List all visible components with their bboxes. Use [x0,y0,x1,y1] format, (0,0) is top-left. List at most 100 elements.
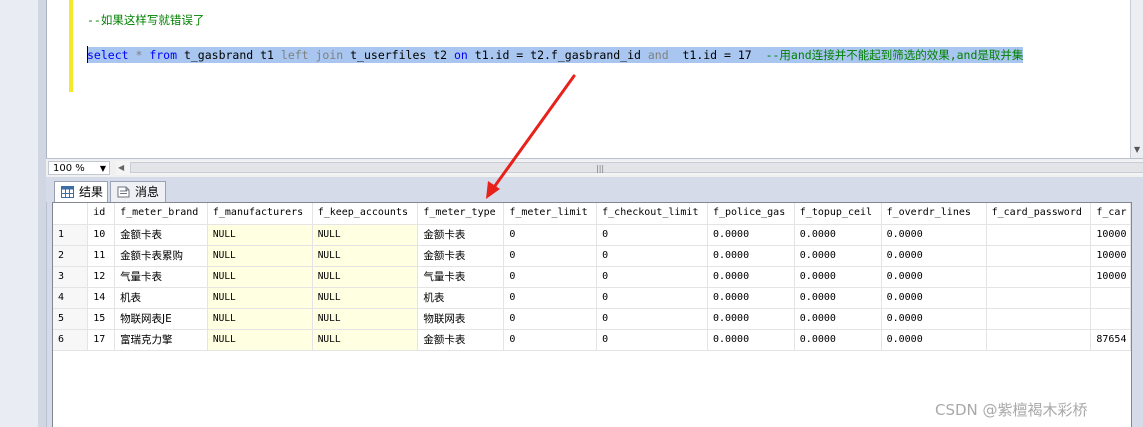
table-cell[interactable]: 气量卡表 [417,266,505,288]
table-cell[interactable]: 0 [596,287,708,309]
column-header[interactable]: f_keep_accounts [312,203,419,225]
column-header-rownum[interactable] [53,203,89,225]
table-cell[interactable] [986,287,1092,309]
table-row[interactable]: 4 14 机表 NULL NULL 机表 0 0 0.0000 0.0000 0… [53,287,1131,309]
table-row[interactable]: 1 10 金额卡表 NULL NULL 金额卡表 0 0 0.0000 0.00… [53,224,1131,246]
table-cell[interactable]: 气量卡表 [114,266,208,288]
table-cell[interactable]: 0.0000 [881,308,987,330]
table-cell[interactable]: 0 [503,308,598,330]
column-header[interactable]: f_meter_limit [503,203,598,225]
table-cell[interactable]: 0.0000 [707,245,795,267]
table-cell[interactable] [1090,287,1131,309]
chevron-down-icon[interactable]: ▼ [100,162,106,176]
null-cell[interactable]: NULL [207,224,313,246]
table-cell[interactable]: 0.0000 [881,245,987,267]
table-cell[interactable]: 12 [87,266,116,288]
tab-results[interactable]: 结果 [54,181,108,202]
table-row[interactable]: 2 11 金额卡表累购 NULL NULL 金额卡表 0 0 0.0000 0.… [53,245,1131,267]
column-header[interactable]: f_car [1090,203,1131,225]
table-row[interactable]: 6 17 富瑞克力擎 NULL NULL 金额卡表 0 0 0.0000 0.0… [53,329,1131,351]
table-cell[interactable]: 0.0000 [794,308,882,330]
table-cell[interactable] [986,224,1092,246]
table-cell[interactable]: 金额卡表 [114,224,208,246]
table-cell[interactable]: 金额卡表 [417,224,505,246]
column-header[interactable]: f_topup_ceil [794,203,882,225]
null-cell[interactable]: NULL [312,308,419,330]
column-header[interactable]: f_card_password [986,203,1092,225]
table-cell[interactable]: 金额卡表 [417,329,505,351]
column-header[interactable]: f_manufacturers [207,203,313,225]
table-cell[interactable]: 0 [503,224,598,246]
row-number[interactable]: 5 [53,308,89,330]
table-cell[interactable]: 0.0000 [707,329,795,351]
zoom-dropdown[interactable]: 100 % ▼ [48,161,110,175]
column-header[interactable]: f_meter_brand [114,203,208,225]
table-row[interactable]: 3 12 气量卡表 NULL NULL 气量卡表 0 0 0.0000 0.00… [53,266,1131,288]
tab-messages[interactable]: 消息 [110,181,166,202]
row-number[interactable]: 6 [53,329,89,351]
row-number[interactable]: 4 [53,287,89,309]
table-row[interactable]: 5 15 物联网表JE NULL NULL 物联网表 0 0 0.0000 0.… [53,308,1131,330]
table-cell[interactable] [986,245,1092,267]
row-number[interactable]: 1 [53,224,89,246]
table-cell[interactable]: 0.0000 [707,308,795,330]
table-cell[interactable]: 0.0000 [794,224,882,246]
table-cell[interactable]: 0 [503,287,598,309]
table-cell[interactable]: 10 [87,224,116,246]
null-cell[interactable]: NULL [207,329,313,351]
table-cell[interactable]: 17 [87,329,116,351]
editor-vertical-scrollbar[interactable]: ▼ [1130,0,1143,158]
table-cell[interactable]: 0.0000 [707,224,795,246]
table-cell[interactable]: 0.0000 [881,329,987,351]
column-header[interactable]: f_police_gas [707,203,795,225]
table-cell[interactable]: 0.0000 [707,287,795,309]
column-header[interactable]: f_checkout_limit [596,203,708,225]
table-cell[interactable]: 0 [503,266,598,288]
table-cell[interactable]: 金额卡表 [417,245,505,267]
editor-horizontal-scrollbar[interactable]: ◀ ||| ▶ [116,161,1143,175]
row-number[interactable]: 2 [53,245,89,267]
table-cell[interactable]: 0.0000 [881,224,987,246]
table-cell[interactable]: 0 [596,245,708,267]
table-cell[interactable]: 11 [87,245,116,267]
table-cell[interactable]: 0.0000 [794,245,882,267]
table-cell[interactable] [1090,308,1131,330]
column-header[interactable]: f_meter_type [417,203,505,225]
query-editor[interactable]: --如果这样写就错误了 select * from t_gasbrand t1 … [46,0,1131,158]
null-cell[interactable]: NULL [207,266,313,288]
table-cell[interactable]: 机表 [417,287,505,309]
results-grid[interactable]: id f_meter_brand f_manufacturers f_keep_… [52,202,1132,427]
null-cell[interactable]: NULL [207,245,313,267]
table-cell[interactable]: 10000 [1090,245,1131,267]
table-cell[interactable]: 15 [87,308,116,330]
table-cell[interactable]: 0 [596,224,708,246]
table-cell[interactable] [986,308,1092,330]
scroll-left-icon[interactable]: ◀ [118,161,124,175]
null-cell[interactable]: NULL [312,245,419,267]
table-cell[interactable] [986,266,1092,288]
table-cell[interactable]: 0 [596,329,708,351]
table-cell[interactable]: 物联网表JE [114,308,208,330]
scroll-down-icon[interactable]: ▼ [1134,145,1140,154]
column-header[interactable]: f_overdr_lines [881,203,987,225]
null-cell[interactable]: NULL [312,329,419,351]
table-cell[interactable]: 机表 [114,287,208,309]
column-header[interactable]: id [87,203,116,225]
table-cell[interactable]: 10000 [1090,266,1131,288]
null-cell[interactable]: NULL [207,287,313,309]
query-line[interactable]: select * from t_gasbrand t1 left join t_… [87,47,1024,63]
table-cell[interactable]: 0 [596,266,708,288]
table-cell[interactable] [986,329,1092,351]
table-cell[interactable]: 金额卡表累购 [114,245,208,267]
table-cell[interactable]: 0.0000 [794,287,882,309]
table-cell[interactable]: 0 [596,308,708,330]
null-cell[interactable]: NULL [312,266,419,288]
table-cell[interactable]: 0 [503,245,598,267]
table-cell[interactable]: 14 [87,287,116,309]
table-cell[interactable]: 0.0000 [881,266,987,288]
null-cell[interactable]: NULL [312,224,419,246]
null-cell[interactable]: NULL [207,308,313,330]
table-cell[interactable]: 物联网表 [417,308,505,330]
table-cell[interactable]: 0.0000 [881,287,987,309]
table-cell[interactable]: 富瑞克力擎 [114,329,208,351]
